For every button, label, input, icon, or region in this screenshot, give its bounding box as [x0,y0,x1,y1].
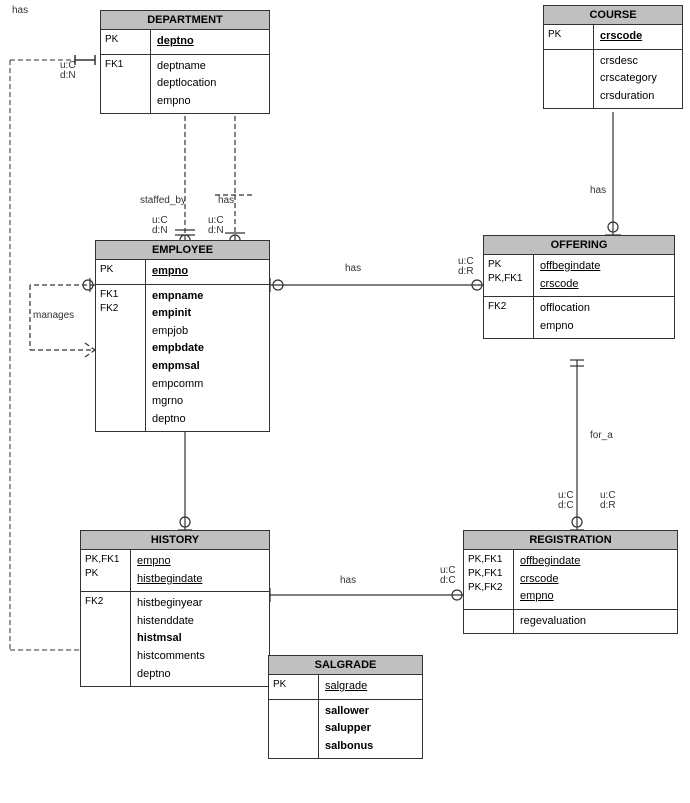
entity-course: COURSE PK crscode crsdesccrscategorycrsd… [543,5,683,109]
entity-history-header: HISTORY [81,531,269,550]
entity-salgrade-header: SALGRADE [269,656,422,675]
entity-course-empty [544,50,594,109]
entity-offering-fk2: FK2 [484,297,534,338]
label-for-a: for_a [590,430,613,441]
label-has-left: has [12,5,28,16]
entity-history-pk: PK,FK1 PK [81,550,131,591]
card-dr-emp-off: d:R [458,266,474,277]
label-has-course-off: has [590,185,606,196]
entity-registration: REGISTRATION PK,FK1 PK,FK1 PK,FK2 offbeg… [463,530,678,634]
entity-course-pk-fields: crscode [594,25,682,49]
entity-history-fk2: FK2 [81,592,131,686]
entity-course-pk: PK [544,25,594,49]
entity-offering-pk-fields: offbegindate crscode [534,255,674,296]
card-dn-staffed: d:N [152,225,168,236]
card-dc-off-reg: d:C [558,500,574,511]
card-dr-off-reg2: d:R [600,500,616,511]
entity-department-fk1: FK1 [101,55,151,114]
entity-department-pk: PK [101,30,151,54]
entity-offering-attrs: offlocationempno [534,297,674,338]
entity-employee-pk-fields: empno [146,260,269,284]
label-has-emp-off: has [345,263,361,274]
entity-department-pk-fields: deptno [151,30,269,54]
entity-registration-attrs: regevaluation [514,610,677,634]
entity-department-header: DEPARTMENT [101,11,269,30]
label-staffed-by: staffed_by [140,195,186,206]
entity-employee-fk: FK1 FK2 [96,285,146,432]
entity-offering: OFFERING PK PK,FK1 offbegindate crscode … [483,235,675,339]
entity-employee-pk: PK [96,260,146,284]
label-has-dept-emp: has [218,195,234,206]
entity-registration-pk: PK,FK1 PK,FK1 PK,FK2 [464,550,514,609]
entity-course-header: COURSE [544,6,682,25]
card-dn-left: d:N [60,70,76,81]
entity-employee: EMPLOYEE PK empno FK1 FK2 empname empini… [95,240,270,432]
entity-salgrade-pk: PK [269,675,319,699]
entity-history-attrs: histbeginyear histenddate histmsal histc… [131,592,269,686]
entity-salgrade-pk-fields: salgrade [319,675,422,699]
entity-offering-header: OFFERING [484,236,674,255]
card-dc-hist-reg: d:C [440,575,456,586]
entity-employee-header: EMPLOYEE [96,241,269,260]
entity-registration-pk-fields: offbegindate crscode empno [514,550,677,609]
erd-diagram: staffed_by has has manages has has for_a… [0,0,690,803]
entity-offering-pk: PK PK,FK1 [484,255,534,296]
entity-department-attrs: deptnamedeptlocationempno [151,55,269,114]
entity-salgrade-attrs: sallower salupper salbonus [319,700,422,759]
entity-history: HISTORY PK,FK1 PK empno histbegindate FK… [80,530,270,687]
entity-employee-attrs: empname empinit empjob empbdate empmsal … [146,285,269,432]
entity-course-attrs: crsdesccrscategorycrsduration [594,50,682,109]
label-manages: manages [33,310,74,321]
entity-salgrade-empty [269,700,319,759]
entity-salgrade: SALGRADE PK salgrade sallower salupper s… [268,655,423,759]
entity-department: DEPARTMENT PK deptno FK1 deptnamedeptloc… [100,10,270,114]
entity-registration-empty [464,610,514,634]
label-has-hist-reg: has [340,575,356,586]
entity-history-pk-fields: empno histbegindate [131,550,269,591]
entity-registration-header: REGISTRATION [464,531,677,550]
card-dn-has: d:N [208,225,224,236]
